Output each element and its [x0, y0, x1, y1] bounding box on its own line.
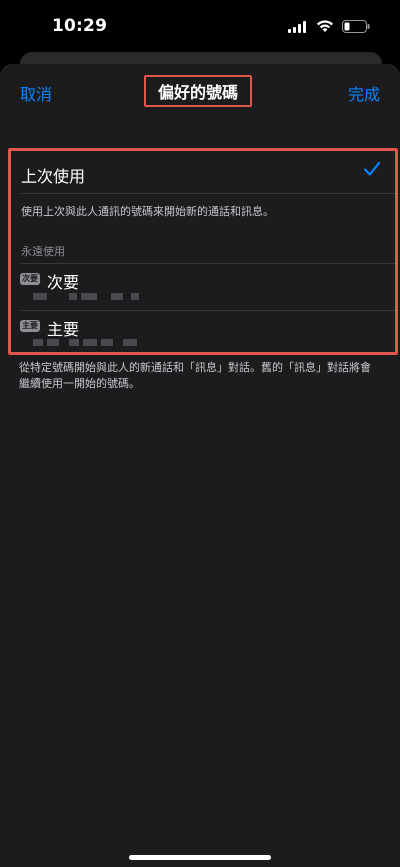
primary-label: 主要 [47, 320, 80, 339]
secondary-badge: 次要 [20, 273, 40, 285]
page-title: 偏好的號碼 [144, 75, 252, 107]
redacted-phone-number [33, 339, 137, 346]
wifi-icon [316, 18, 334, 37]
status-time: 10:29 [52, 16, 108, 36]
primary-badge: 主要 [20, 320, 40, 332]
done-button[interactable]: 完成 [348, 81, 380, 105]
preferred-number-options: 上次使用 使用上次與此人通訊的號碼來開始新的通話和訊息。 永遠使用 次要 次要 … [8, 148, 398, 355]
secondary-label: 次要 [47, 273, 80, 292]
option-primary-number[interactable]: 主要 主要 [11, 311, 395, 357]
status-bar: 10:29 [0, 0, 400, 56]
signal-icon [288, 18, 308, 37]
status-icons [288, 18, 370, 37]
preferred-number-sheet: 取消 偏好的號碼 完成 上次使用 使用上次與此人通訊的號碼來開始新的通話和訊息。… [0, 64, 400, 867]
option-last-used[interactable]: 上次使用 [11, 151, 395, 193]
always-use-header: 永遠使用 [21, 245, 65, 258]
checkmark-icon [363, 161, 381, 181]
last-used-description: 使用上次與此人通訊的號碼來開始新的通話和訊息。 [21, 205, 274, 218]
cancel-button[interactable]: 取消 [20, 81, 52, 105]
divider [21, 193, 395, 194]
footer-note: 從特定號碼開始與此人的新通話和「訊息」對話。舊的「訊息」對話將會繼續使用一開始的… [19, 361, 371, 390]
redacted-phone-number [33, 293, 139, 300]
option-last-used-label: 上次使用 [21, 167, 86, 186]
home-indicator[interactable] [129, 855, 271, 860]
option-secondary-number[interactable]: 次要 次要 [11, 264, 395, 310]
battery-icon [342, 18, 370, 37]
